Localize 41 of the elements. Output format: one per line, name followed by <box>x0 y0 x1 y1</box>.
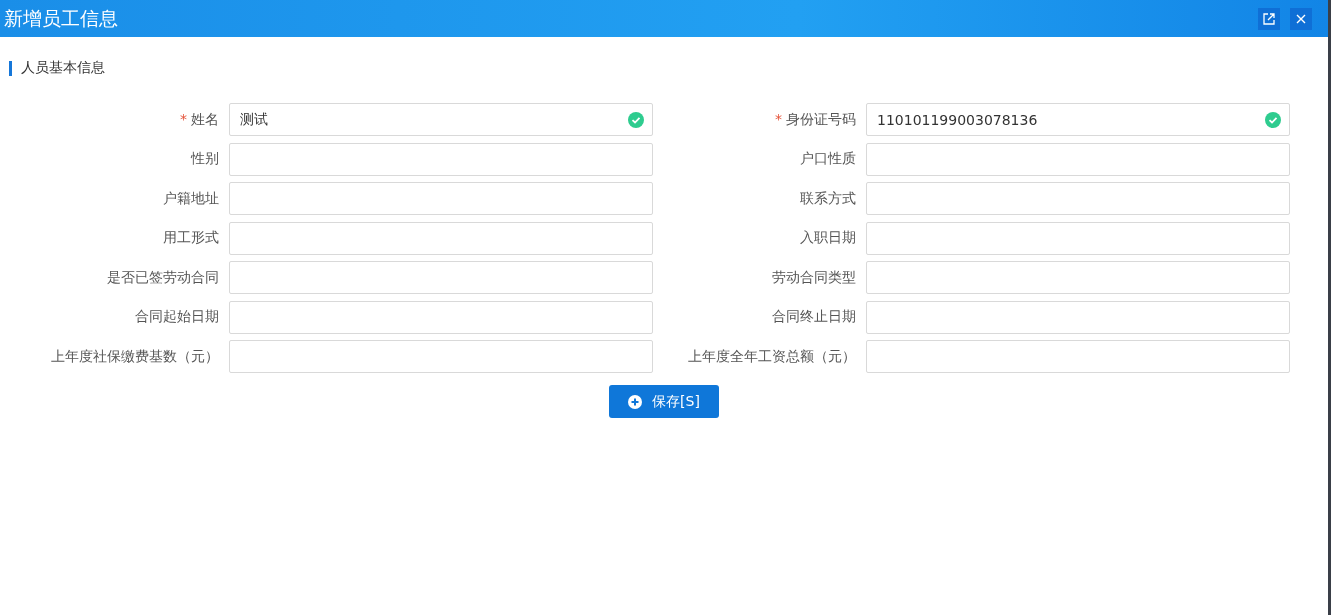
field-label: 上年度社保缴费基数（元） <box>50 347 219 366</box>
field-label: * 身份证号码 <box>774 110 856 129</box>
window-title: 新增员工信息 <box>4 5 119 31</box>
input-field[interactable] <box>866 300 1290 334</box>
required-mark: * <box>180 110 187 127</box>
popout-icon <box>1263 12 1275 25</box>
input-field[interactable] <box>866 221 1290 255</box>
field-label: 性别 <box>189 150 219 168</box>
required-mark: * <box>775 110 782 127</box>
input-field[interactable] <box>866 142 1290 176</box>
plus-circle-icon <box>628 394 643 409</box>
check-icon <box>628 111 644 128</box>
field-label: 是否已签劳动合同 <box>106 268 219 287</box>
save-button[interactable]: 保存[S] <box>609 385 719 418</box>
input-field[interactable] <box>866 182 1290 215</box>
input-field[interactable] <box>229 340 653 373</box>
section-title: 人员基本信息 <box>21 59 105 77</box>
field-label: 户口性质 <box>799 150 856 168</box>
input-field[interactable] <box>229 142 653 176</box>
field-label: 入职日期 <box>799 229 856 247</box>
popout-button[interactable] <box>1258 7 1280 30</box>
input-field[interactable] <box>229 221 653 255</box>
field-label: 合同终止日期 <box>771 308 856 326</box>
input-field[interactable]: 110101199003078136 <box>866 103 1290 136</box>
input-field[interactable]: 测试 <box>229 103 653 136</box>
input-field[interactable] <box>229 300 653 334</box>
field-label: * 姓名 <box>179 110 219 129</box>
field-label: 户籍地址 <box>162 189 219 208</box>
field-label: 合同起始日期 <box>134 308 219 326</box>
input-field[interactable] <box>866 340 1290 373</box>
check-icon <box>1265 111 1281 128</box>
section-marker <box>9 60 12 76</box>
field-label: 劳动合同类型 <box>771 268 856 287</box>
field-label: 联系方式 <box>799 189 856 208</box>
input-field[interactable] <box>229 261 653 294</box>
field-label: 用工形式 <box>162 229 219 247</box>
close-button[interactable] <box>1290 7 1312 30</box>
field-label: 上年度全年工资总额（元） <box>687 347 856 366</box>
close-icon <box>1296 13 1306 24</box>
input-field[interactable] <box>866 261 1290 294</box>
input-field[interactable] <box>229 182 653 215</box>
